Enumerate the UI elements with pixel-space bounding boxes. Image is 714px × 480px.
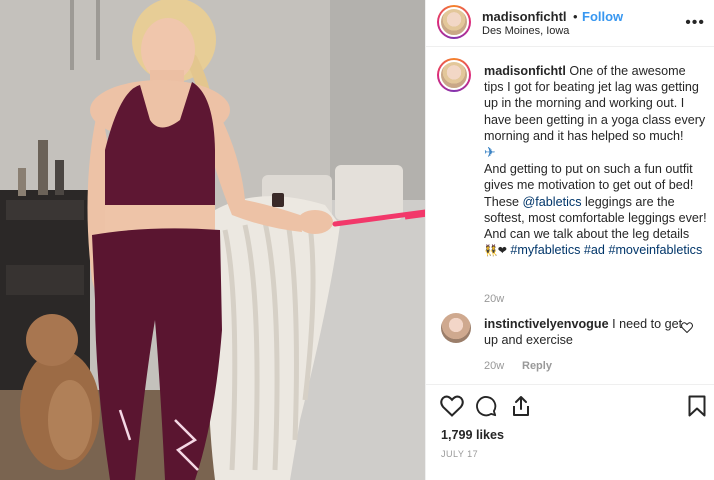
comment-username[interactable]: instinctivelyenvogue <box>484 317 609 331</box>
mention-link[interactable]: @fabletics <box>523 195 582 209</box>
share-icon[interactable] <box>510 395 532 417</box>
caption-avatar[interactable] <box>437 58 471 92</box>
profile-avatar[interactable] <box>437 5 471 39</box>
action-bar: 1,799 likes JULY 17 <box>426 384 714 480</box>
post-caption: madisonfichtl One of the awesome tips I … <box>484 63 708 259</box>
more-options-icon[interactable]: ••• <box>685 14 705 32</box>
hashtag-link[interactable]: #ad <box>584 243 605 257</box>
comment-icon[interactable] <box>474 395 498 417</box>
caption-username[interactable]: madisonfichtl <box>484 64 566 78</box>
comment-like-heart-icon[interactable] <box>681 322 693 333</box>
hashtag-link[interactable]: #moveinfabletics <box>608 243 702 257</box>
comment-text: instinctivelyenvogue I need to get up an… <box>484 316 684 348</box>
post-header: madisonfichtl • Follow Des Moines, Iowa … <box>426 0 714 47</box>
comment-timestamp[interactable]: 20w <box>484 360 504 372</box>
reply-button[interactable]: Reply <box>522 360 552 372</box>
commenter-avatar[interactable] <box>441 313 471 343</box>
dancers-heart-emoji-icon: 👯❤ <box>484 245 507 258</box>
like-count[interactable]: 1,799 likes <box>441 428 504 442</box>
airplane-emoji-icon: ✈ <box>484 144 496 161</box>
caption-timestamp[interactable]: 20w <box>484 293 504 305</box>
post-date[interactable]: JULY 17 <box>441 449 478 459</box>
location-link[interactable]: Des Moines, Iowa <box>482 25 569 37</box>
annotation-arrow <box>332 209 425 227</box>
post-photo[interactable] <box>0 0 425 480</box>
bookmark-icon[interactable] <box>688 395 706 417</box>
follow-button[interactable]: Follow <box>582 9 623 24</box>
hashtag-link[interactable]: #myfabletics <box>510 243 580 257</box>
heart-icon[interactable] <box>440 395 464 417</box>
separator-dot: • <box>573 9 578 24</box>
post-username[interactable]: madisonfichtl <box>482 9 567 24</box>
post-sidebar: madisonfichtl • Follow Des Moines, Iowa … <box>425 0 714 480</box>
